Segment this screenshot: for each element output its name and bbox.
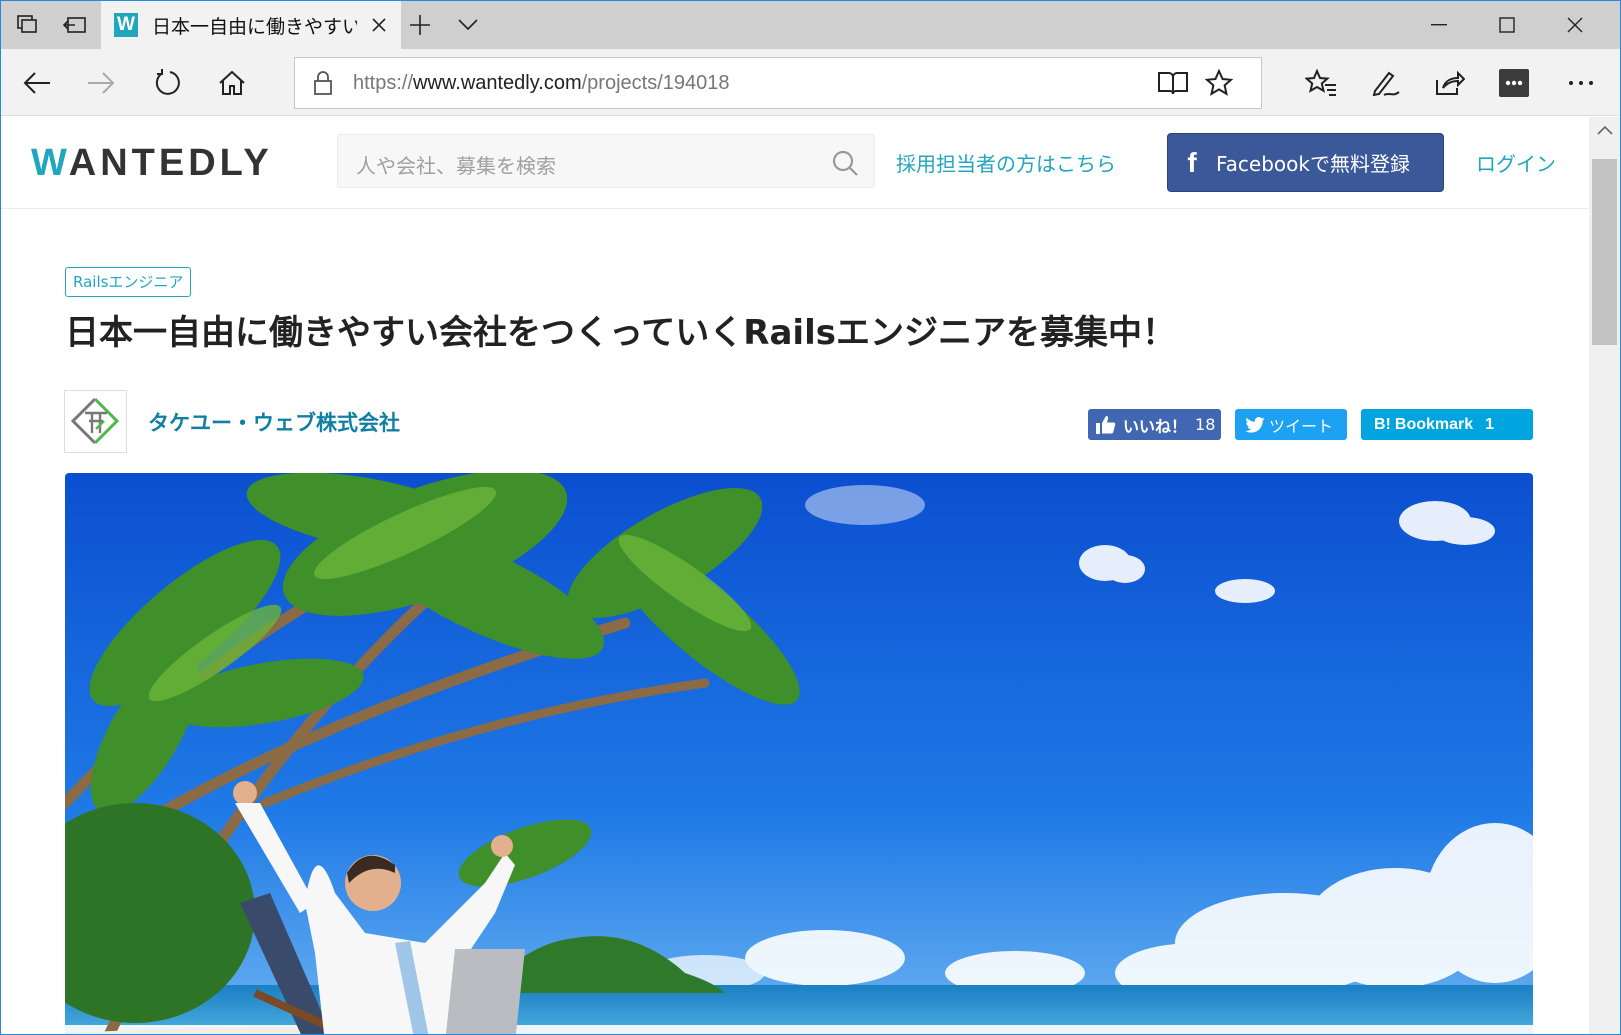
wantedly-logo[interactable]: WANTEDLY <box>31 142 273 185</box>
close-window-icon[interactable] <box>1541 1 1609 49</box>
bookmark-label: Bookmark <box>1394 415 1474 433</box>
url-text: https://www.wantedly.com/projects/194018 <box>353 72 730 94</box>
company-logo[interactable] <box>64 390 127 453</box>
web-note-pen-icon[interactable] <box>1362 59 1410 107</box>
tweet-button[interactable]: ツイート <box>1235 409 1347 440</box>
tab-strip: W 日本一自由に働きやすい会 <box>1 1 1620 49</box>
search-box[interactable]: 人や会社、募集を検索 <box>337 134 875 188</box>
facebook-icon: f <box>1187 146 1197 178</box>
maximize-icon[interactable] <box>1473 1 1541 49</box>
like-label: いいね！ <box>1123 416 1188 436</box>
site-header: WANTEDLY 人や会社、募集を検索 採用担当者の方はこちら f Facebo… <box>1 117 1589 209</box>
search-icon[interactable] <box>832 150 858 176</box>
tab-title: 日本一自由に働きやすい会 <box>152 15 357 38</box>
minimize-icon[interactable] <box>1405 1 1473 49</box>
new-tab-icon[interactable] <box>396 1 444 49</box>
project-cover-image <box>65 473 1533 1034</box>
hatena-bookmark-button[interactable]: B! Bookmark 1 <box>1361 409 1533 440</box>
scroll-up-icon[interactable] <box>1597 125 1613 135</box>
tweet-label: ツイート <box>1269 416 1334 436</box>
share-icon[interactable] <box>1426 59 1474 107</box>
home-icon[interactable] <box>208 59 256 107</box>
facebook-like-button[interactable]: いいね！ 18 <box>1088 409 1221 440</box>
job-category-tag[interactable]: Railsエンジニア <box>65 267 192 297</box>
favorite-star-icon[interactable] <box>1205 69 1233 97</box>
wantedly-favicon-icon: W <box>114 13 138 37</box>
tab-preview-chevron-icon[interactable] <box>444 1 492 49</box>
back-icon[interactable] <box>13 59 61 107</box>
bookmark-count: 1 <box>1485 415 1495 433</box>
page-content: WANTEDLY 人や会社、募集を検索 採用担当者の方はこちら f Facebo… <box>1 117 1589 1034</box>
address-bar[interactable]: https://www.wantedly.com/projects/194018 <box>294 57 1262 109</box>
scroll-thumb[interactable] <box>1592 159 1617 345</box>
favorites-hub-icon[interactable] <box>1297 59 1345 107</box>
reading-view-icon[interactable] <box>1157 70 1189 96</box>
set-aside-tabs-icon[interactable] <box>51 1 99 49</box>
page-scrollbar[interactable] <box>1589 117 1620 1034</box>
refresh-icon[interactable] <box>143 59 191 107</box>
facebook-signup-label: Facebookで無料登録 <box>1216 152 1410 176</box>
hatena-bookmark-icon: B! <box>1374 415 1391 433</box>
login-link[interactable]: ログイン <box>1476 148 1556 177</box>
extension-menu-icon[interactable] <box>1490 59 1538 107</box>
navigation-bar: https://www.wantedly.com/projects/194018 <box>1 49 1620 116</box>
active-tab[interactable]: W 日本一自由に働きやすい会 <box>101 1 401 49</box>
recruiter-link[interactable]: 採用担当者の方はこちら <box>896 148 1116 177</box>
company-name-link[interactable]: タケユー・ウェブ株式会社 <box>148 407 400 437</box>
forward-icon[interactable] <box>77 59 125 107</box>
close-tab-icon[interactable] <box>367 13 391 37</box>
facebook-signup-button[interactable]: f Facebookで無料登録 <box>1167 133 1444 192</box>
like-count: 18 <box>1195 415 1216 434</box>
lock-icon <box>314 71 332 95</box>
thumbs-up-icon <box>1096 415 1116 434</box>
twitter-bird-icon <box>1245 416 1265 433</box>
page-title: 日本一自由に働きやすい会社をつくっていくRailsエンジニアを募集中！ <box>65 313 1176 353</box>
search-input[interactable]: 人や会社、募集を検索 <box>356 150 556 179</box>
tab-manager-icon[interactable] <box>3 1 51 49</box>
browser-window: W 日本一自由に働きやすい会 <box>0 0 1621 1035</box>
settings-more-icon[interactable] <box>1557 59 1605 107</box>
